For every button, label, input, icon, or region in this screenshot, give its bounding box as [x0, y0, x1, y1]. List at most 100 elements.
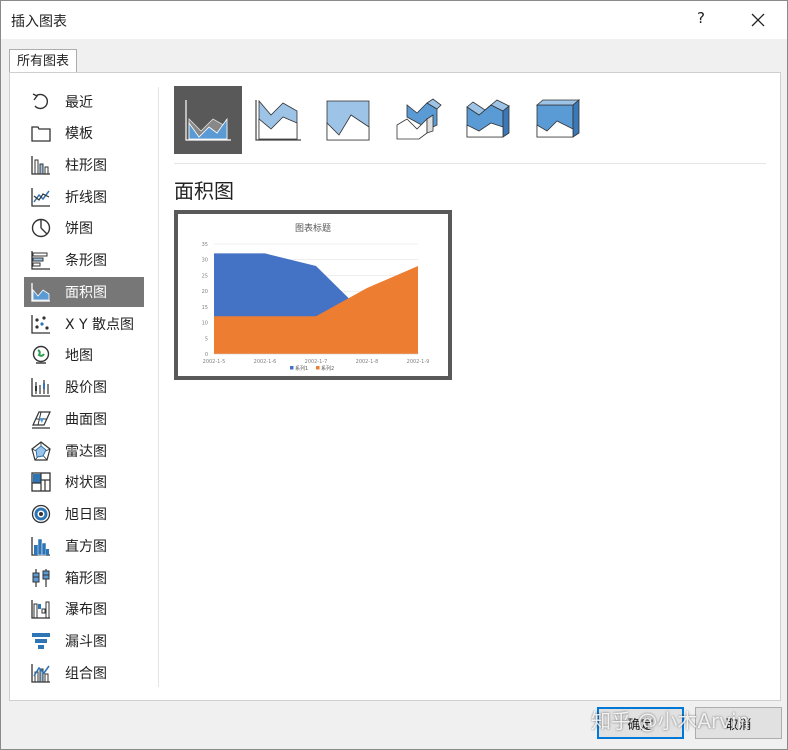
sidebar-item-label: 股价图	[65, 380, 107, 396]
sidebar-item-label: 柱形图	[65, 158, 107, 174]
legend-label: 系列2	[321, 365, 334, 372]
sidebar-item-combo[interactable]: 组合图	[24, 658, 144, 688]
sidebar-item-pie[interactable]: 饼图	[24, 213, 144, 243]
dialog-title: 插入图表	[11, 14, 67, 30]
x-tick-label: 2002-1-6	[254, 359, 277, 365]
cancel-button[interactable]: 取消	[695, 707, 782, 739]
chart-panel: 最近 模板 柱形图 折线图 饼图 条形图 面积图 X Y 散点图 地图 股价图 …	[9, 72, 781, 701]
area-chart-preview: 图表标题 0 5 10 15 20 25 30 35 2002-1-5 2002-1-6 2002-1…	[202, 222, 430, 372]
surface-chart-icon	[29, 408, 53, 430]
subtype-stacked-area[interactable]	[244, 86, 312, 154]
chart-preview[interactable]: 图表标题 0 5 10 15 20 25 30 35 2002-1-5 2002-1-6 2002-1…	[174, 210, 452, 380]
x-tick-label: 2002-1-9	[407, 359, 430, 365]
sidebar-item-label: 雷达图	[65, 444, 107, 460]
sidebar-item-funnel[interactable]: 漏斗图	[24, 626, 144, 656]
sidebar-item-label: 漏斗图	[65, 634, 107, 650]
legend-swatch	[290, 366, 294, 370]
pie-chart-icon	[29, 217, 53, 239]
subtype-percent-stacked-area[interactable]	[314, 86, 382, 154]
insert-chart-dialog: 插入图表 ? 所有图表 最近 模板 柱形图 折线图 饼图 条形图 面积图 X Y…	[0, 0, 788, 750]
y-tick-label: 20	[202, 289, 208, 295]
sidebar-item-label: 直方图	[65, 539, 107, 555]
y-tick-label: 0	[205, 352, 208, 358]
x-tick-label: 2002-1-5	[203, 359, 226, 365]
x-tick-label: 2002-1-8	[356, 359, 379, 365]
sidebar-item-column[interactable]: 柱形图	[24, 150, 144, 180]
sidebar-item-radar[interactable]: 雷达图	[24, 436, 144, 466]
sidebar-item-recent[interactable]: 最近	[24, 87, 144, 117]
sidebar-item-bar[interactable]: 条形图	[24, 245, 144, 275]
map-chart-icon	[29, 344, 53, 366]
sidebar-item-label: 箱形图	[65, 571, 107, 587]
sidebar-item-surface[interactable]: 曲面图	[24, 404, 144, 434]
sunburst-chart-icon	[29, 503, 53, 525]
title-bar: 插入图表 ?	[1, 1, 787, 39]
legend-label: 系列1	[295, 365, 308, 372]
x-tick-label: 2002-1-7	[305, 359, 328, 365]
sidebar-item-area[interactable]: 面积图	[24, 277, 144, 307]
sidebar-item-histogram[interactable]: 直方图	[24, 531, 144, 561]
sidebar-item-waterfall[interactable]: 瀑布图	[24, 594, 144, 624]
scatter-chart-icon	[29, 313, 53, 335]
histogram-chart-icon	[29, 535, 53, 557]
y-tick-label: 35	[202, 242, 208, 248]
sidebar-item-stock[interactable]: 股价图	[24, 372, 144, 402]
area-chart-icon	[29, 281, 53, 303]
sidebar-item-label: 树状图	[65, 475, 107, 491]
combo-chart-icon	[29, 662, 53, 684]
sidebar-item-label: 模板	[65, 126, 93, 142]
funnel-chart-icon	[29, 630, 53, 652]
close-icon	[751, 13, 765, 27]
y-tick-label: 10	[202, 321, 208, 327]
percent-stacked-area-subtype-icon	[326, 100, 370, 141]
chart-type-heading: 面积图	[174, 179, 234, 203]
chart-title: 图表标题	[295, 222, 331, 234]
box-whisker-chart-icon	[29, 567, 53, 589]
sidebar-item-label: X Y 散点图	[65, 317, 135, 333]
sidebar-item-label: 饼图	[65, 221, 93, 237]
sidebar-item-map[interactable]: 地图	[24, 340, 144, 370]
sidebar-item-label: 组合图	[65, 666, 107, 682]
template-folder-icon	[29, 122, 53, 144]
sidebar-item-label: 最近	[65, 95, 93, 111]
stock-chart-icon	[29, 376, 53, 398]
subtype-3d-area[interactable]	[384, 86, 452, 154]
sidebar-item-treemap[interactable]: 树状图	[24, 467, 144, 497]
recent-icon	[29, 91, 53, 113]
y-tick-label: 30	[202, 258, 208, 264]
sidebar-item-scatter[interactable]: X Y 散点图	[24, 309, 144, 339]
gallery-divider	[174, 163, 766, 164]
3d-stacked-area-subtype-icon	[466, 99, 510, 138]
tab-all-charts[interactable]: 所有图表	[9, 49, 78, 74]
close-button[interactable]	[743, 5, 773, 35]
3d-area-subtype-icon	[396, 98, 442, 140]
sidebar-item-label: 曲面图	[65, 412, 107, 428]
waterfall-chart-icon	[29, 598, 53, 620]
y-tick-label: 25	[202, 273, 208, 279]
subtype-area[interactable]	[174, 86, 242, 154]
sidebar-item-label: 折线图	[65, 190, 107, 206]
radar-chart-icon	[29, 440, 53, 462]
column-chart-icon	[29, 154, 53, 176]
treemap-chart-icon	[29, 471, 53, 493]
subtype-3d-percent-stacked-area[interactable]	[524, 86, 592, 154]
help-button[interactable]: ?	[691, 9, 711, 27]
sidebar-item-template[interactable]: 模板	[24, 118, 144, 148]
sidebar-item-label: 地图	[65, 348, 93, 364]
y-tick-label: 5	[205, 336, 208, 342]
subtype-3d-stacked-area[interactable]	[454, 86, 522, 154]
sidebar-item-sunburst[interactable]: 旭日图	[24, 499, 144, 529]
sidebar-item-label: 条形图	[65, 253, 107, 269]
3d-percent-stacked-area-subtype-icon	[535, 99, 581, 138]
y-tick-label: 15	[202, 305, 208, 311]
sidebar-item-label: 旭日图	[65, 507, 107, 523]
bar-chart-icon	[29, 249, 53, 271]
sidebar-item-label: 瀑布图	[65, 602, 107, 618]
sidebar-item-box-whisker[interactable]: 箱形图	[24, 563, 144, 593]
stacked-area-subtype-icon	[255, 99, 301, 141]
ok-button[interactable]: 确定	[597, 707, 684, 739]
sidebar-item-label: 面积图	[65, 285, 107, 301]
legend-swatch	[316, 366, 320, 370]
sidebar-divider	[158, 87, 159, 687]
sidebar-item-line[interactable]: 折线图	[24, 182, 144, 212]
